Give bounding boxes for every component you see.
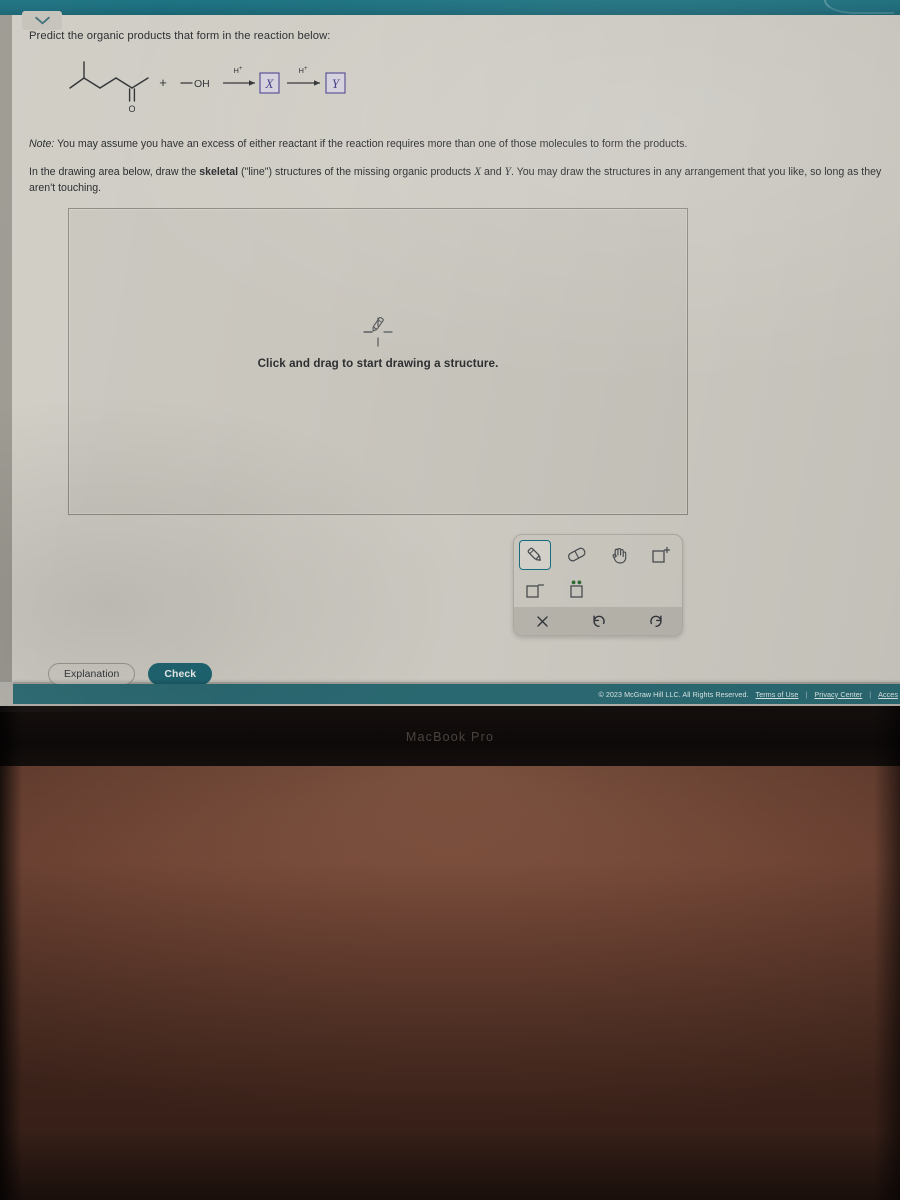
redo-arrow-icon — [649, 615, 662, 627]
drawing-tool-palette[interactable] — [513, 534, 683, 636]
undo-button[interactable] — [582, 610, 616, 632]
plus-sign: + — [159, 75, 167, 90]
instruction-part-2: ("line") structures of the missing organ… — [238, 166, 475, 178]
clear-button[interactable] — [525, 610, 559, 632]
hand-icon — [612, 548, 627, 564]
chevron-down-icon — [34, 16, 50, 25]
hand-tool[interactable] — [603, 540, 635, 570]
instruction-text: In the drawing area below, draw the skel… — [29, 164, 889, 196]
product-y-box: Y — [325, 72, 346, 94]
palette-action-bar — [514, 607, 682, 635]
collapse-panel-button[interactable] — [22, 11, 62, 30]
macbook-pro-brand-label: MacBook Pro — [405, 730, 495, 744]
note-line: Note: You may assume you have an excess … — [29, 138, 874, 151]
square-minus-icon — [526, 584, 545, 598]
carbonyl-oxygen-label: O — [128, 104, 135, 114]
coreactant-label: OH — [194, 78, 210, 90]
page-footer: © 2023 McGraw Hill LLC. All Rights Reser… — [13, 684, 900, 704]
instruction-part-3: and — [481, 166, 505, 178]
crosshair-pencil-cursor-icon — [361, 315, 395, 349]
copyright-text: © 2023 McGraw Hill LLC. All Rights Reser… — [598, 689, 749, 699]
instruction-var-x: X — [474, 166, 482, 178]
instruction-part-1: In the drawing area below, draw the — [29, 166, 200, 178]
keyboard: !1@2#3$4%5^6&7*8(9)0_- QWERTYUIOP ASDFGH… — [0, 840, 900, 1200]
close-x-icon — [537, 615, 548, 627]
redo-button[interactable] — [639, 610, 673, 632]
note-label: Note: — [29, 138, 55, 150]
negative-charge-tool[interactable] — [519, 575, 551, 605]
footer-separator-2: | — [869, 689, 872, 699]
terms-of-use-link[interactable]: Terms of Use — [756, 690, 799, 699]
privacy-center-link[interactable]: Privacy Center — [814, 690, 862, 699]
pencil-tool[interactable] — [519, 540, 551, 570]
lone-pair-tool[interactable] — [561, 575, 593, 605]
product-x-box: X — [259, 72, 280, 94]
coreactant-alcohol: OH — [180, 78, 210, 90]
tool-grid — [514, 535, 682, 607]
photo-of-laptop-screen: Predict the organic products that form i… — [0, 0, 900, 1200]
square-plus-icon — [652, 546, 671, 563]
product-x-label: X — [265, 76, 275, 91]
reaction-arrow-1: H+ — [223, 66, 255, 86]
accessibility-link[interactable]: Acces — [878, 690, 898, 699]
reaction-scheme: O + OH H+ X H+ Y — [60, 56, 380, 116]
canvas-hint-text: Click and drag to start drawing a struct… — [257, 357, 499, 370]
laptop-screen: Predict the organic products that form i… — [0, 0, 900, 712]
eraser-tool[interactable] — [561, 540, 593, 570]
undo-arrow-icon — [593, 615, 605, 627]
footer-separator-1: | — [805, 689, 808, 699]
pencil-icon — [527, 547, 541, 561]
laptop-bezel: MacBook Pro — [0, 706, 900, 768]
positive-charge-tool[interactable] — [645, 540, 677, 570]
square-lone-pair-icon — [570, 580, 583, 598]
instruction-keyword: skeletal — [199, 166, 239, 178]
structure-drawing-canvas[interactable]: Click and drag to start drawing a struct… — [68, 208, 688, 515]
note-text: You may assume you have an excess of eit… — [54, 138, 688, 150]
browser-top-bar — [0, 0, 900, 15]
catalyst-label-2: H+ — [299, 66, 308, 75]
top-bar-curve-decoration — [824, 0, 894, 14]
reactant-structure — [69, 61, 149, 102]
eraser-icon — [568, 547, 586, 562]
question-prompt: Predict the organic products that form i… — [29, 30, 331, 42]
catalyst-label-1: H+ — [234, 66, 243, 75]
reaction-arrow-2: H+ — [287, 66, 320, 86]
